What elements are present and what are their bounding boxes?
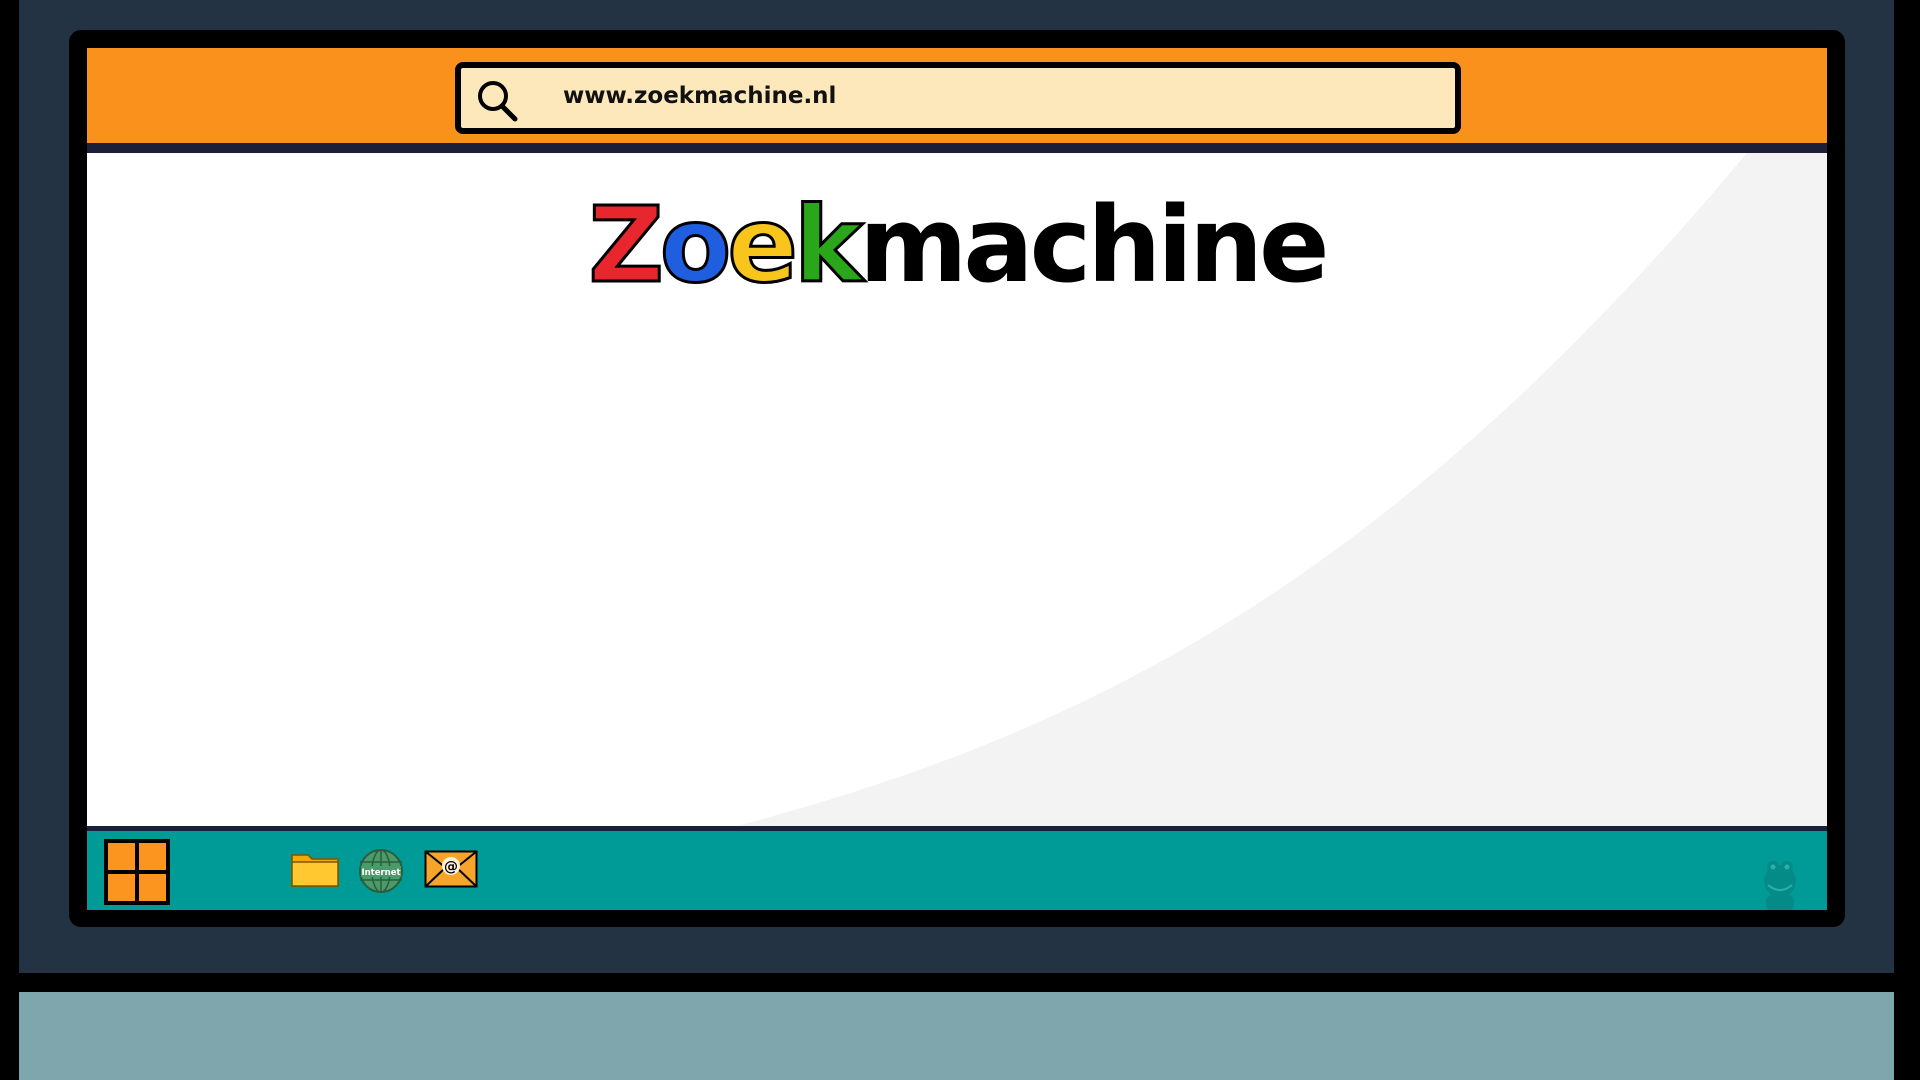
start-pane <box>108 874 135 901</box>
start-pane <box>139 843 166 870</box>
url-field[interactable]: www.zoekmachine.nl <box>455 62 1461 134</box>
logo-letter-k: k <box>792 184 864 306</box>
internet-globe-icon[interactable]: Internet <box>358 848 404 894</box>
logo-letter-o: o <box>658 184 733 306</box>
search-icon[interactable] <box>475 78 519 122</box>
logo-rest: machine <box>859 184 1329 306</box>
desk <box>19 992 1894 1080</box>
start-pane <box>139 874 166 901</box>
taskbar: Internet @ <box>87 831 1827 910</box>
windows-start-icon[interactable] <box>104 839 170 905</box>
mail-envelope-icon[interactable]: @ <box>424 850 478 888</box>
mascot-icon <box>1764 861 1796 910</box>
address-bar: www.zoekmachine.nl <box>87 48 1827 143</box>
page-content: Zoekmachine <box>87 153 1827 826</box>
search-engine-logo: Zoekmachine <box>87 184 1827 306</box>
logo-letter-z: Z <box>587 184 665 306</box>
address-divider <box>87 143 1827 153</box>
logo-letter-e: e <box>726 184 799 306</box>
screen: www.zoekmachine.nl Zoekmachine Internet … <box>87 48 1827 910</box>
url-text[interactable]: www.zoekmachine.nl <box>563 83 836 109</box>
folder-icon[interactable] <box>290 849 340 889</box>
scene: www.zoekmachine.nl Zoekmachine Internet … <box>0 0 1920 1080</box>
mail-at-sign: @ <box>444 859 458 875</box>
internet-label: Internet <box>361 868 400 878</box>
start-pane <box>108 843 135 870</box>
